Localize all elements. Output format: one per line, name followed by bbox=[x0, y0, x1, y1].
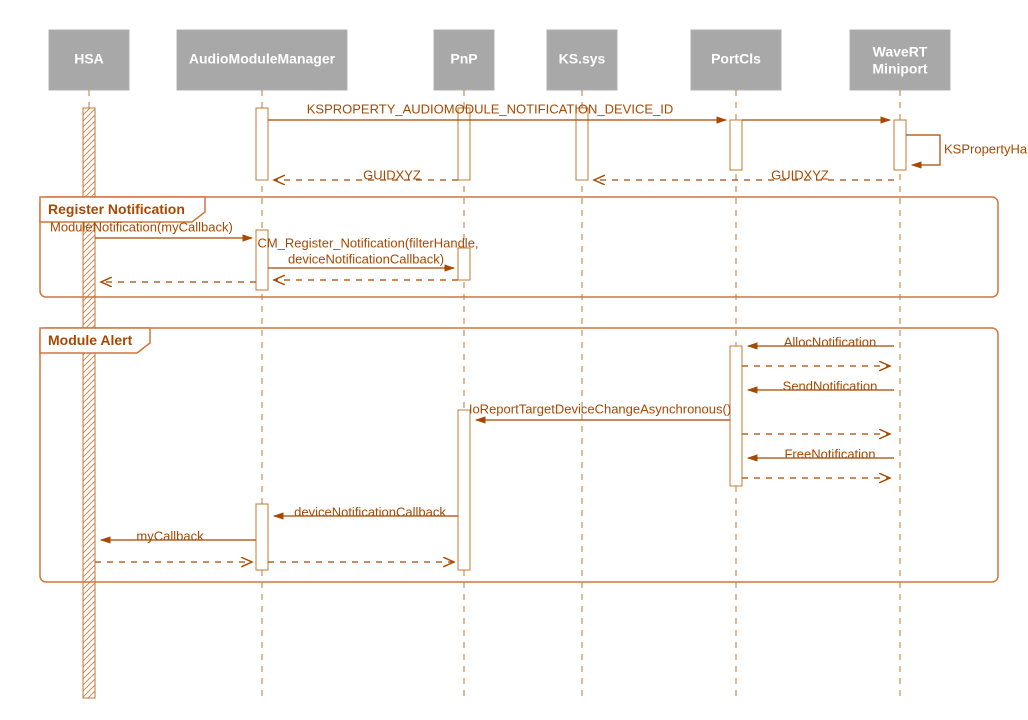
svg-text:Register Notification: Register Notification bbox=[48, 201, 185, 217]
msg-mycallback: myCallback bbox=[136, 528, 204, 543]
msg-devicenotificationcallback: deviceNotificationCallback bbox=[294, 504, 446, 519]
activation-ks-1 bbox=[576, 108, 588, 180]
actor-hsa: HSA bbox=[49, 30, 129, 90]
actor-pnp: PnP bbox=[434, 30, 494, 90]
msg-sendnotification: SendNotification bbox=[783, 378, 878, 393]
activation-wavert-1 bbox=[894, 120, 906, 170]
svg-text:KS.sys: KS.sys bbox=[559, 51, 606, 67]
activation-portcls-1 bbox=[730, 120, 742, 170]
msg-cmregister: CM_Register_Notification(filterHandle, bbox=[257, 235, 478, 250]
activation-pnp-1 bbox=[458, 108, 470, 180]
activation-amm-1 bbox=[256, 108, 268, 180]
svg-text:WaveRT: WaveRT bbox=[873, 44, 928, 60]
svg-text:PnP: PnP bbox=[450, 51, 477, 67]
svg-text:AudioModuleManager: AudioModuleManager bbox=[189, 51, 336, 67]
msg-ioreport: IoReportTargetDeviceChangeAsynchronous() bbox=[469, 401, 731, 416]
svg-text:GUIDXYZ: GUIDXYZ bbox=[363, 167, 421, 182]
sequence-diagram: HSA AudioModuleManager PnP KS.sys PortCl… bbox=[0, 0, 1028, 720]
actor-wavert: WaveRT Miniport bbox=[850, 30, 950, 90]
svg-text:Module Alert: Module Alert bbox=[48, 332, 133, 348]
svg-text:GUIDXYZ: GUIDXYZ bbox=[771, 167, 829, 182]
svg-text:KSPropertyHandle: KSPropertyHandle bbox=[944, 141, 1028, 156]
actor-portcls: PortCls bbox=[691, 30, 781, 90]
actor-ks: KS.sys bbox=[547, 30, 617, 90]
svg-text:PortCls: PortCls bbox=[711, 51, 761, 67]
svg-text:HSA: HSA bbox=[74, 51, 104, 67]
svg-text:deviceNotificationCallback): deviceNotificationCallback) bbox=[288, 251, 444, 266]
actor-amm: AudioModuleManager bbox=[177, 30, 347, 90]
msg-freenotification: FreeNotification bbox=[784, 446, 875, 461]
msg-ksproperty: KSPROPERTY_AUDIOMODULE_NOTIFICATION_DEVI… bbox=[307, 101, 673, 116]
msg-kspropertyhandle bbox=[906, 135, 940, 165]
msg-allocnotification: AllocNotification bbox=[784, 334, 877, 349]
svg-text:Miniport: Miniport bbox=[872, 61, 928, 77]
msg-modulenotification: ModuleNotification(myCallback) bbox=[50, 219, 233, 234]
